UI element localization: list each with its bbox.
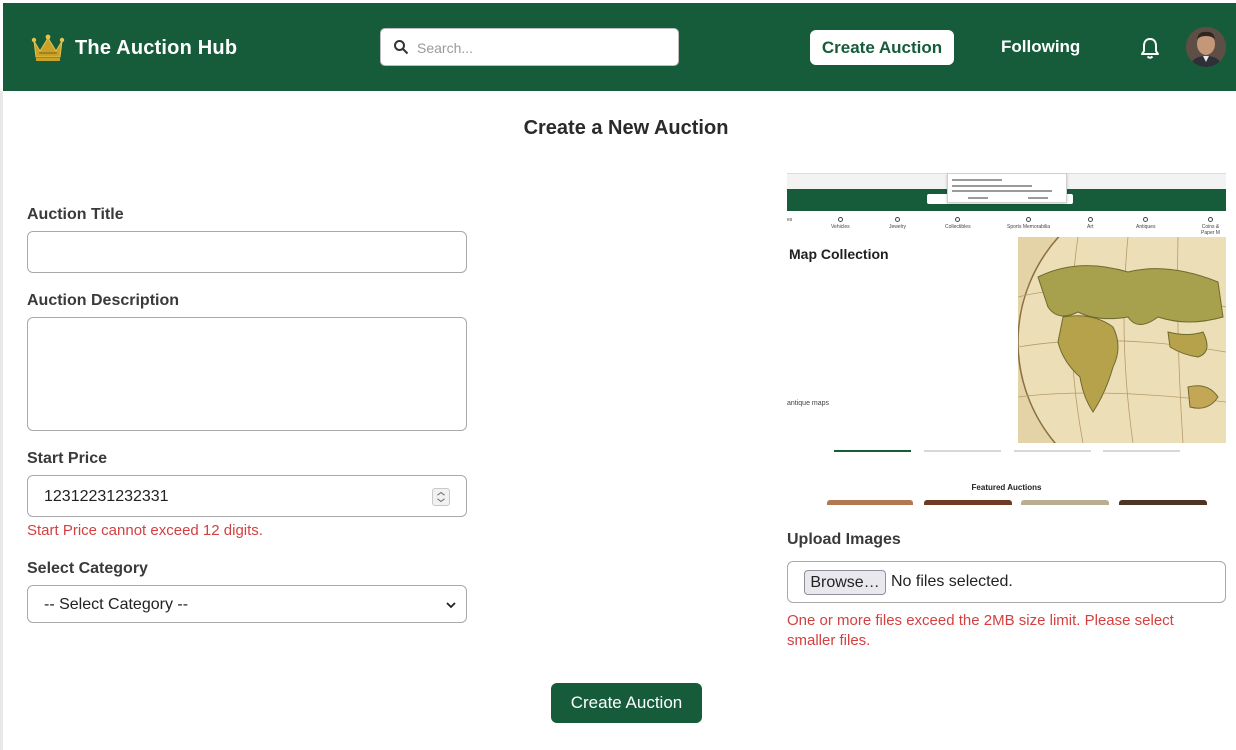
preview-category: Sports Memorabilia bbox=[1007, 217, 1050, 230]
auction-description-label: Auction Description bbox=[27, 292, 180, 309]
preview-thumbnail bbox=[924, 500, 1012, 505]
upload-error-message: One or more files exceed the 2MB size li… bbox=[787, 612, 1174, 649]
create-auction-submit-button[interactable]: Create Auction bbox=[551, 683, 702, 723]
avatar[interactable] bbox=[1186, 27, 1226, 67]
search-input[interactable] bbox=[417, 35, 667, 61]
preview-thumbnail bbox=[827, 500, 913, 505]
start-price-input[interactable]: 12312231232331 bbox=[27, 475, 467, 517]
page-title: Create a New Auction bbox=[523, 117, 729, 139]
preview-popup bbox=[947, 173, 1067, 203]
preview-subtitle: antique maps bbox=[787, 400, 830, 407]
start-price-value: 12312231232331 bbox=[44, 488, 169, 505]
category-label: Select Category bbox=[27, 560, 148, 577]
file-status-text: No files selected. bbox=[891, 573, 1013, 590]
preview-thumbnail bbox=[1021, 500, 1109, 505]
preview-carousel-dot bbox=[1014, 450, 1091, 452]
file-upload-input[interactable]: Browse… No files selected. bbox=[787, 561, 1226, 603]
auction-description-textarea[interactable] bbox=[27, 317, 467, 431]
crown-icon bbox=[31, 34, 65, 61]
brand-title: The Auction Hub bbox=[75, 36, 238, 59]
preview-category: Vehicles bbox=[831, 217, 850, 230]
brand[interactable]: The Auction Hub bbox=[31, 33, 237, 63]
antique-world-map-image bbox=[1018, 237, 1226, 443]
preview-section-title: Map Collection bbox=[789, 246, 889, 262]
preview-category: Antiques bbox=[1136, 217, 1155, 230]
price-error-message: Start Price cannot exceed 12 digits. bbox=[27, 522, 263, 539]
search-icon bbox=[394, 40, 409, 55]
left-border bbox=[0, 91, 3, 750]
preview-category: Jewelry bbox=[889, 217, 906, 230]
search-bar[interactable] bbox=[380, 28, 679, 66]
preview-category: Coins & Paper M bbox=[1195, 217, 1226, 236]
top-navbar: The Auction Hub Create Auction Following bbox=[3, 3, 1236, 91]
preview-carousel-dot bbox=[1103, 450, 1180, 452]
image-preview: es Vehicles Jewelry Collectibles Sports … bbox=[787, 173, 1226, 505]
upload-images-label: Upload Images bbox=[787, 531, 901, 548]
preview-category-row: es Vehicles Jewelry Collectibles Sports … bbox=[787, 215, 1226, 236]
browse-button[interactable]: Browse… bbox=[804, 570, 886, 595]
nav-create-auction-button[interactable]: Create Auction bbox=[810, 30, 954, 65]
auction-title-input[interactable] bbox=[27, 231, 467, 273]
preview-featured-title: Featured Auctions bbox=[971, 483, 1042, 492]
preview-category: Art bbox=[1087, 217, 1093, 230]
nav-following-link[interactable]: Following bbox=[1001, 37, 1080, 57]
preview-carousel-dot bbox=[834, 450, 911, 452]
start-price-label: Start Price bbox=[27, 450, 108, 467]
bell-icon[interactable] bbox=[1139, 36, 1161, 60]
auction-title-label: Auction Title bbox=[27, 206, 124, 223]
spinner-arrows-icon bbox=[437, 491, 445, 503]
preview-carousel-dot bbox=[924, 450, 1001, 452]
preview-category: Collectibles bbox=[945, 217, 971, 230]
preview-category: es bbox=[787, 217, 793, 223]
chevron-down-icon bbox=[446, 602, 456, 609]
price-spinner[interactable] bbox=[432, 488, 450, 506]
category-selected-value: -- Select Category -- bbox=[44, 596, 189, 613]
user-avatar-image bbox=[1186, 27, 1226, 67]
preview-thumbnail bbox=[1119, 500, 1207, 505]
category-select[interactable]: -- Select Category -- bbox=[27, 585, 467, 623]
